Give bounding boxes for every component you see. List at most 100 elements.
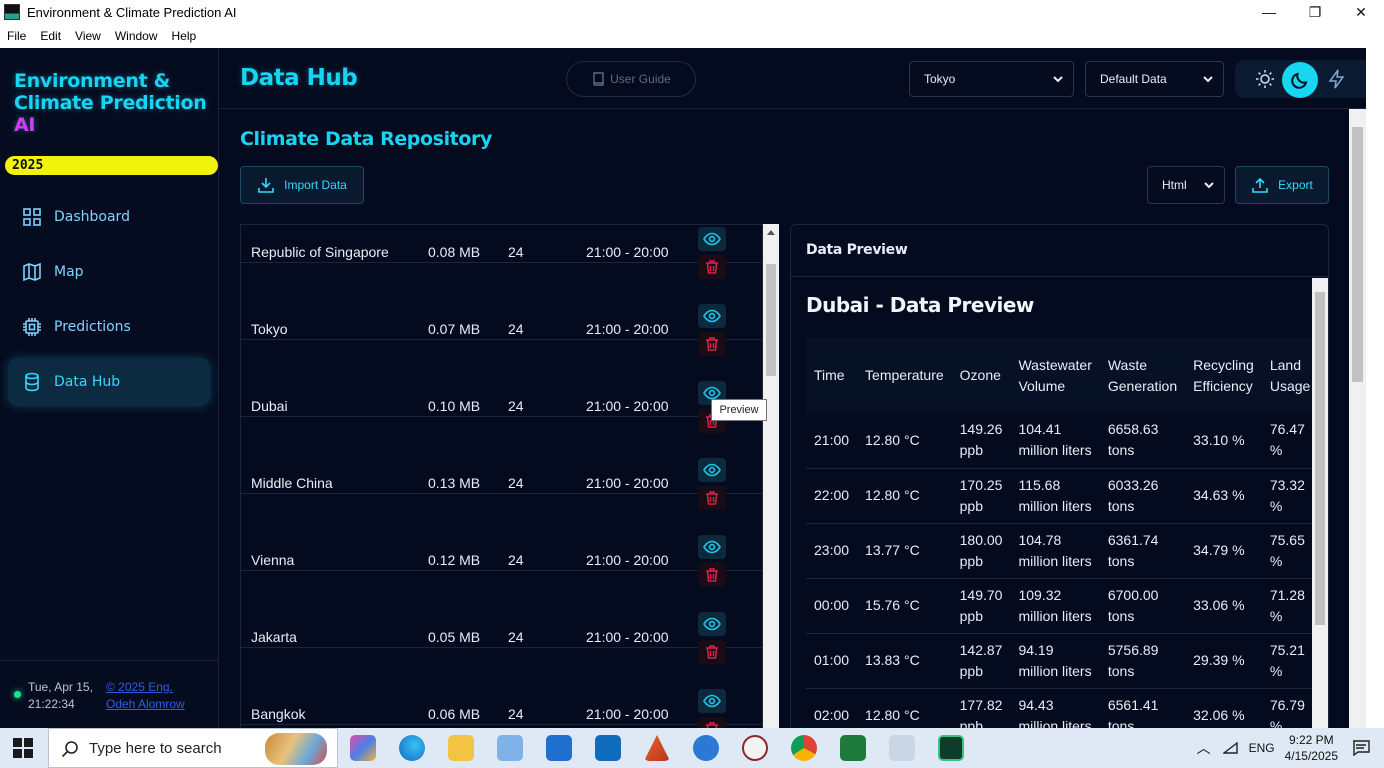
- menu-help[interactable]: Help: [165, 29, 204, 43]
- delete-button[interactable]: [698, 717, 726, 728]
- table-cell: 12.80 °C: [857, 688, 952, 728]
- table-row: 22:00 12.80 °C 170.25 ppb 115.68 million…: [806, 468, 1312, 524]
- copyright-link[interactable]: © 2025 Eng. Odeh Alomrow: [106, 679, 185, 713]
- main-scrollbar[interactable]: [1349, 109, 1366, 728]
- list-item[interactable]: Bangkok 0.06 MB 24 21:00 - 20:00: [241, 648, 762, 728]
- energy-theme-button[interactable]: [1325, 67, 1349, 91]
- scroll-thumb[interactable]: [1352, 127, 1363, 382]
- location-select[interactable]: Tokyo: [909, 61, 1074, 97]
- file-list: Republic of Singapore 0.08 MB 24 21:00 -…: [240, 224, 763, 728]
- list-item[interactable]: Tokyo 0.07 MB 24 21:00 - 20:00: [241, 263, 762, 356]
- record-count: 24: [508, 475, 524, 491]
- preview-button[interactable]: [698, 304, 726, 328]
- trash-icon: [706, 722, 718, 728]
- wifi-icon[interactable]: [1222, 741, 1239, 755]
- table-cell: 73.32 %: [1261, 468, 1312, 524]
- eye-icon: [703, 232, 721, 246]
- file-explorer-icon[interactable]: [448, 735, 474, 761]
- chevron-up-icon[interactable]: ︿: [1197, 738, 1211, 758]
- table-cell: 32.06 %: [1185, 688, 1262, 728]
- list-item[interactable]: Middle China 0.13 MB 24 21:00 - 20:00: [241, 417, 762, 510]
- import-data-button[interactable]: Import Data: [240, 166, 364, 204]
- menu-file[interactable]: File: [0, 29, 33, 43]
- store-icon[interactable]: [546, 735, 572, 761]
- list-item[interactable]: Dubai 0.10 MB 24 21:00 - 20:00: [241, 340, 762, 433]
- chevron-down-icon: [1204, 182, 1214, 189]
- menu-view[interactable]: View: [68, 29, 108, 43]
- matlab-icon[interactable]: [644, 735, 670, 761]
- sidebar-item-data-hub[interactable]: Data Hub: [8, 358, 210, 406]
- column-header: Wastewater Volume: [1010, 338, 1100, 413]
- list-item[interactable]: Republic of Singapore 0.08 MB 24 21:00 -…: [241, 225, 762, 279]
- preview-scrollbar[interactable]: [1312, 278, 1328, 728]
- menu-edit[interactable]: Edit: [33, 29, 68, 43]
- preview-button[interactable]: [698, 689, 726, 713]
- vscode-icon[interactable]: [693, 735, 719, 761]
- sidebar-item-map[interactable]: Map: [8, 248, 210, 296]
- sidebar-item-dashboard[interactable]: Dashboard: [8, 193, 210, 241]
- copilot-icon[interactable]: [350, 735, 376, 761]
- eye-icon: [703, 463, 721, 477]
- file-size: 0.12 MB: [428, 552, 481, 568]
- paint-icon[interactable]: [889, 735, 915, 761]
- list-item[interactable]: Jakarta 0.05 MB 24 21:00 - 20:00: [241, 571, 762, 664]
- scroll-thumb[interactable]: [766, 264, 776, 376]
- table-cell: 6658.63 tons: [1099, 413, 1186, 469]
- sidebar-item-predictions[interactable]: Predictions: [8, 303, 210, 351]
- table-cell: 104.41 million liters: [1010, 413, 1100, 469]
- scroll-thumb[interactable]: [1315, 292, 1325, 625]
- taskbar-clock[interactable]: 9:22 PM 4/15/2025: [1285, 732, 1338, 764]
- scroll-up-arrow[interactable]: [767, 230, 775, 235]
- edge-icon[interactable]: [399, 735, 425, 761]
- table-cell: 00:00: [806, 578, 858, 634]
- file-name: Dubai: [251, 398, 288, 414]
- year-badge: 2025: [5, 156, 218, 175]
- chrome-icon[interactable]: [791, 735, 817, 761]
- export-button[interactable]: Export: [1235, 166, 1329, 204]
- record-count: 24: [508, 552, 524, 568]
- column-header: Waste Generation: [1099, 338, 1186, 413]
- file-name: Middle China: [251, 475, 333, 491]
- table-cell: 104.78 million liters: [1010, 523, 1100, 579]
- minimize-button[interactable]: —: [1246, 0, 1292, 24]
- dataset-select-value: Default Data: [1100, 72, 1167, 86]
- record-count: 24: [508, 244, 524, 260]
- language-indicator[interactable]: ENG: [1249, 741, 1275, 755]
- windows-start-icon[interactable]: [13, 738, 33, 758]
- compass-icon[interactable]: [742, 735, 768, 761]
- table-cell: 6561.41 tons: [1099, 688, 1186, 728]
- menu-window[interactable]: Window: [108, 29, 165, 43]
- search-icon: [61, 741, 78, 758]
- time-range: 21:00 - 20:00: [586, 398, 669, 414]
- outlook-icon[interactable]: [595, 735, 621, 761]
- file-name: Bangkok: [251, 706, 306, 722]
- preview-body: Dubai - Data Preview Time Temperature Oz…: [791, 278, 1312, 728]
- preview-button[interactable]: [698, 227, 726, 251]
- file-size: 0.06 MB: [428, 706, 481, 722]
- table-cell: 22:00: [806, 468, 858, 524]
- climate-app-icon[interactable]: [938, 735, 964, 761]
- file-list-scrollbar[interactable]: [763, 224, 779, 728]
- preview-button[interactable]: [698, 458, 726, 482]
- dataset-select[interactable]: Default Data: [1085, 61, 1224, 97]
- dark-theme-button[interactable]: [1282, 62, 1318, 98]
- notification-icon[interactable]: [1352, 740, 1370, 756]
- table-cell: 5756.89 tons: [1099, 633, 1186, 689]
- table-cell: 15.76 °C: [857, 578, 952, 634]
- close-button[interactable]: ✕: [1338, 0, 1384, 24]
- preview-button[interactable]: [698, 535, 726, 559]
- preview-button[interactable]: [698, 612, 726, 636]
- list-item[interactable]: Vienna 0.12 MB 24 21:00 - 20:00: [241, 494, 762, 587]
- taskbar-search[interactable]: Type here to search: [48, 728, 338, 768]
- table-cell: 02:00: [806, 688, 858, 728]
- table-row: 01:00 13.83 °C 142.87 ppb 94.19 million …: [806, 633, 1312, 689]
- network-app-icon[interactable]: [497, 735, 523, 761]
- brand-line-3: AI: [14, 114, 36, 136]
- light-theme-button[interactable]: [1253, 67, 1277, 91]
- sidebar-footer: Tue, Apr 15, 21:22:34 © 2025 Eng. Odeh A…: [0, 660, 219, 728]
- chart-app-icon[interactable]: [840, 735, 866, 761]
- export-format-select[interactable]: Html: [1147, 166, 1225, 204]
- record-count: 24: [508, 321, 524, 337]
- user-guide-button[interactable]: User Guide: [566, 61, 696, 97]
- maximize-button[interactable]: ❐: [1292, 0, 1338, 24]
